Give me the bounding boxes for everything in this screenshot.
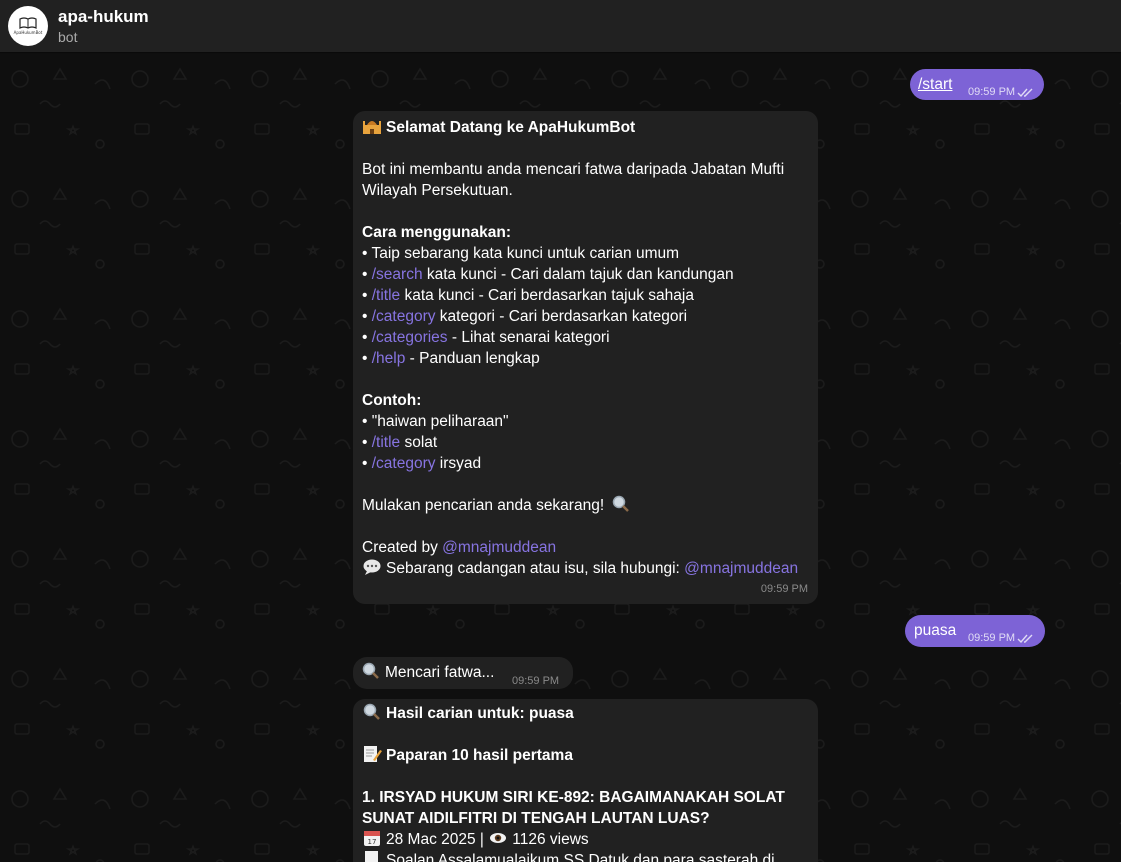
- result-1-views: 1126 views: [512, 831, 589, 848]
- bullet: •: [362, 329, 372, 346]
- usage-heading: Cara menggunakan:: [362, 224, 512, 241]
- message-time-text: 09:59 PM: [968, 86, 1016, 98]
- chat-title[interactable]: apa-hukum: [58, 7, 149, 27]
- welcome-title-line: Selamat Datang ke ApaHukumBot: [362, 117, 809, 138]
- list-item-text: kategori - Cari berdasarkan kategori: [435, 308, 688, 325]
- message-time: 09:59 PM: [968, 628, 1034, 649]
- result-1-title-2[interactable]: SUNAT AIDILFITRI DI TENGAH LAUTAN LUAS?: [362, 808, 809, 829]
- message-time: 09:59 PM: [968, 82, 1034, 103]
- results-heading-line: Hasil carian untuk: puasa: [362, 703, 809, 724]
- command-link[interactable]: /help: [372, 350, 406, 367]
- list-item: • /title solat: [362, 432, 809, 453]
- bullet: •: [362, 287, 372, 304]
- list-item: • /category kategori - Cari berdasarkan …: [362, 306, 809, 327]
- list-item-text: kata kunci - Cari berdasarkan tajuk saha…: [400, 287, 694, 304]
- list-item-text: "haiwan peliharaan": [371, 413, 509, 430]
- list-item: • /category irsyad: [362, 453, 809, 474]
- result-1-snippet: Soalan Assalamualaikum SS Datuk dan para…: [386, 852, 775, 862]
- example-heading: Contoh:: [362, 392, 422, 409]
- created-by-line: Created by @mnajmuddean: [362, 537, 809, 558]
- bullet: •: [362, 434, 372, 451]
- message-welcome[interactable]: Selamat Datang ke ApaHukumBot Bot ini me…: [353, 111, 818, 604]
- bullet: •: [362, 266, 372, 283]
- double-check-icon: [1017, 88, 1033, 97]
- message-start[interactable]: /start 09:59 PM: [910, 69, 1044, 100]
- searching-text: Mencari fatwa...: [385, 664, 495, 681]
- chat-subtitle: bot: [58, 29, 78, 45]
- list-item-text: solat: [400, 434, 438, 451]
- page-icon: [365, 851, 378, 862]
- book-logo-icon: [19, 17, 37, 29]
- command-link[interactable]: /category: [372, 308, 436, 325]
- creator-mention-link[interactable]: @mnajmuddean: [442, 539, 556, 556]
- result-1-meta: 17 28 Mac 2025 | 1126 views: [362, 829, 809, 850]
- welcome-title: Selamat Datang ke ApaHukumBot: [386, 119, 636, 136]
- result-1-date: 28 Mac 2025 |: [386, 831, 489, 848]
- result-1-snippet-line: Soalan Assalamualaikum SS Datuk dan para…: [362, 850, 809, 862]
- bullet: •: [362, 308, 372, 325]
- list-item: • /categories - Lihat senarai kategori: [362, 327, 809, 348]
- magnifier-icon: [362, 662, 379, 679]
- command-link[interactable]: /category: [372, 455, 436, 472]
- double-check-icon: [1017, 634, 1033, 643]
- start-command-link[interactable]: /start: [918, 74, 952, 95]
- svg-text:17: 17: [368, 838, 377, 846]
- memo-icon: [364, 746, 382, 762]
- command-link[interactable]: /title: [372, 434, 400, 451]
- searching-line: Mencari fatwa...: [361, 662, 494, 683]
- message-puasa[interactable]: puasa 09:59 PM: [905, 615, 1045, 647]
- list-item: • Taip sebarang kata kunci untuk carian …: [362, 243, 809, 264]
- results-sub: Paparan 10 hasil pertama: [386, 747, 573, 764]
- list-item-text: Taip sebarang kata kunci untuk carian um…: [371, 245, 680, 262]
- cta-text: Mulakan pencarian anda sekarang!: [362, 497, 605, 514]
- results-heading: Hasil carian untuk: puasa: [386, 705, 574, 722]
- contact-text: Sebarang cadangan atau isu, sila hubungi…: [386, 560, 685, 577]
- list-item-text: - Panduan lengkap: [405, 350, 540, 367]
- usage-list: • Taip sebarang kata kunci untuk carian …: [362, 243, 809, 369]
- result-1-title-1[interactable]: 1. IRSYAD HUKUM SIRI KE-892: BAGAIMANAKA…: [362, 787, 809, 808]
- command-link[interactable]: /search: [372, 266, 423, 283]
- message-time: 09:59 PM: [760, 583, 808, 595]
- magnifier-icon: [613, 495, 630, 512]
- calendar-icon: 17: [364, 831, 380, 846]
- message-results[interactable]: Hasil carian untuk: puasa Paparan 10 has…: [353, 699, 818, 862]
- mosque-icon: [363, 121, 381, 134]
- list-item-text: kata kunci - Cari dalam tajuk dan kandun…: [422, 266, 734, 283]
- list-item: • /title kata kunci - Cari berdasarkan t…: [362, 285, 809, 306]
- message-searching[interactable]: Mencari fatwa... 09:59 PM: [353, 657, 573, 689]
- puasa-text: puasa: [914, 622, 957, 639]
- created-by-text: Created by: [362, 539, 443, 556]
- list-item-text: irsyad: [435, 455, 482, 472]
- welcome-intro-1: Bot ini membantu anda mencari fatwa dari…: [362, 161, 785, 178]
- speech-bubble-icon: [363, 559, 381, 575]
- list-item-text: - Lihat senarai kategori: [447, 329, 610, 346]
- cta-line: Mulakan pencarian anda sekarang!: [362, 495, 809, 516]
- contact-line: Sebarang cadangan atau isu, sila hubungi…: [362, 558, 809, 579]
- results-sub-line: Paparan 10 hasil pertama: [362, 745, 809, 766]
- message-time: 09:59 PM: [512, 675, 560, 687]
- message-time-text: 09:59 PM: [968, 632, 1016, 644]
- bullet: •: [362, 350, 372, 367]
- bullet: •: [362, 413, 372, 430]
- contact-mention-link[interactable]: @mnajmuddean: [684, 560, 798, 577]
- list-item: • /help - Panduan lengkap: [362, 348, 809, 369]
- magnifier-icon: [363, 703, 380, 720]
- welcome-intro-2: Wilayah Persekutuan.: [362, 182, 513, 199]
- list-item: • "haiwan peliharaan": [362, 411, 809, 432]
- bullet: •: [362, 455, 372, 472]
- eye-icon: [490, 833, 507, 843]
- command-link[interactable]: /categories: [372, 329, 448, 346]
- bot-avatar[interactable]: ApaHukumBot: [8, 6, 48, 46]
- chat-header: ApaHukumBot apa-hukum bot: [0, 0, 1121, 53]
- avatar-label: ApaHukumBot: [13, 30, 43, 35]
- command-link[interactable]: /title: [372, 287, 400, 304]
- list-item: • /search kata kunci - Cari dalam tajuk …: [362, 264, 809, 285]
- example-list: • "haiwan peliharaan" • /title solat • /ca…: [362, 411, 809, 474]
